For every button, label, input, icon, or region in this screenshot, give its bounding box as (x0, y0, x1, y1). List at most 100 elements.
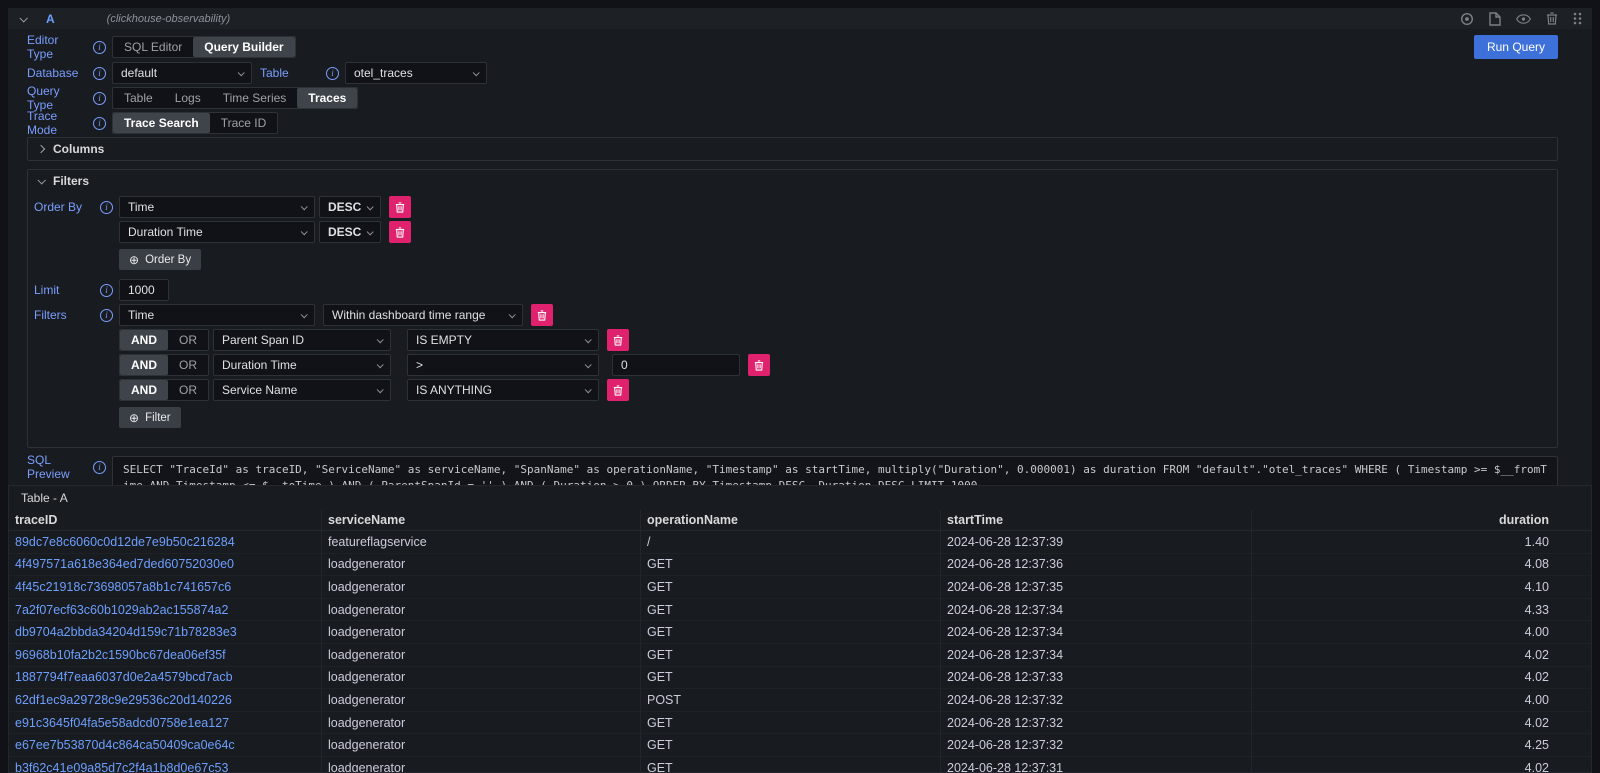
remove-order-by-button[interactable] (389, 221, 411, 243)
info-icon[interactable]: i (93, 117, 106, 130)
column-header-startTime[interactable]: startTime (941, 510, 1252, 530)
trace-id-link[interactable]: 1887794f7eaa6037d0e2a4579bcd7acb (15, 670, 233, 684)
query-type-time-series[interactable]: Time Series (212, 88, 298, 108)
bool-or-option[interactable]: OR (168, 330, 208, 350)
table-label: Table i (260, 62, 345, 84)
filter-operator-select[interactable]: IS EMPTY (407, 329, 599, 351)
filter-operator-select[interactable]: > (407, 354, 599, 376)
order-by-label: Order By i (34, 196, 119, 218)
trace-mode-row: Trace Mode i Trace Search Trace ID (27, 112, 1558, 134)
trace-id-link[interactable]: 96968b10fa2b2c1590bc67dea06ef35f (15, 648, 226, 662)
start-time-cell: 2024-06-28 12:37:39 (941, 531, 1252, 553)
trace-id-cell: db9704a2bbda34204d159c71b78283e3 (9, 621, 322, 643)
order-by-row: Duration Time DESC (119, 221, 411, 243)
column-header-duration[interactable]: duration (1252, 510, 1591, 530)
remove-order-by-button[interactable] (389, 196, 411, 218)
info-icon[interactable]: i (100, 284, 113, 297)
add-filter-button[interactable]: ⊕ Filter (119, 407, 181, 428)
query-editor-card: A (clickhouse-observability) (8, 8, 1592, 555)
time-filter-field-select[interactable]: Time (119, 304, 315, 326)
panel-title: Table - A (9, 486, 1591, 510)
filter-operator-select[interactable]: IS ANYTHING (407, 379, 599, 401)
trace-id-link[interactable]: b3f62c41e09a85d7c2f4a1b8d0e67c53 (15, 761, 228, 773)
trace-mode-trace-id[interactable]: Trace ID (210, 113, 278, 133)
service-name-cell: loadgenerator (322, 757, 641, 773)
columns-section-header[interactable]: Columns (28, 138, 1557, 160)
info-icon[interactable]: i (100, 309, 113, 322)
start-time-cell: 2024-06-28 12:37:32 (941, 712, 1252, 734)
filters-label: Filters i (34, 304, 119, 326)
remove-filter-button[interactable] (607, 329, 629, 351)
query-type-traces[interactable]: Traces (297, 88, 357, 108)
duration-cell: 4.33 (1252, 599, 1591, 621)
column-header-operationName[interactable]: operationName (641, 510, 941, 530)
add-order-by-button[interactable]: ⊕ Order By (119, 249, 201, 270)
operation-name-cell: GET (641, 667, 941, 689)
order-by-field-select[interactable]: Time (119, 196, 315, 218)
help-icon[interactable] (1460, 12, 1474, 26)
database-select[interactable]: default (112, 62, 252, 84)
time-filter-condition-select[interactable]: Within dashboard time range (323, 304, 523, 326)
trace-id-link[interactable]: 7a2f07ecf63c60b1029ab2ac155874a2 (15, 603, 228, 617)
filter-value-input[interactable] (612, 354, 740, 376)
trace-id-link[interactable]: 62df1ec9a29728c9e29536c20d140226 (15, 693, 232, 707)
info-icon[interactable]: i (100, 201, 113, 214)
circle-plus-icon: ⊕ (129, 412, 139, 424)
run-query-button[interactable]: Run Query (1474, 35, 1558, 59)
remove-filter-button[interactable] (748, 354, 770, 376)
info-icon[interactable]: i (93, 41, 106, 54)
service-name-cell: loadgenerator (322, 644, 641, 666)
table-row: e91c3645f04fa5e58adcd0758e1ea127 loadgen… (9, 712, 1591, 735)
trace-id-link[interactable]: e91c3645f04fa5e58adcd0758e1ea127 (15, 716, 229, 730)
limit-input[interactable] (119, 279, 169, 301)
table-row: 4f45c21918c73698057a8b1c741657c6 loadgen… (9, 576, 1591, 599)
filters-section-header[interactable]: Filters (28, 170, 1557, 192)
bool-and-option[interactable]: AND (120, 380, 168, 400)
query-type-toggle: Table Logs Time Series Traces (112, 87, 358, 109)
column-header-serviceName[interactable]: serviceName (322, 510, 641, 530)
operation-name-cell: GET (641, 757, 941, 773)
order-by-field-select[interactable]: Duration Time (119, 221, 315, 243)
filter-field-select[interactable]: Duration Time (213, 354, 391, 376)
info-icon[interactable]: i (93, 461, 106, 474)
editor-type-label: Editor Type i (27, 36, 112, 58)
trash-icon (395, 227, 405, 238)
duplicate-query-icon[interactable] (1489, 12, 1501, 26)
trace-id-link[interactable]: 4f45c21918c73698057a8b1c741657c6 (15, 580, 231, 594)
table-row: 96968b10fa2b2c1590bc67dea06ef35f loadgen… (9, 644, 1591, 667)
table-select[interactable]: otel_traces (345, 62, 487, 84)
duration-cell: 4.10 (1252, 576, 1591, 598)
remove-filter-button[interactable] (607, 379, 629, 401)
trace-id-link[interactable]: db9704a2bbda34204d159c71b78283e3 (15, 625, 237, 639)
editor-type-query-builder[interactable]: Query Builder (193, 37, 294, 57)
bool-or-option[interactable]: OR (168, 380, 208, 400)
query-type-logs[interactable]: Logs (164, 88, 212, 108)
filter-field-select[interactable]: Service Name (213, 379, 391, 401)
hide-query-eye-icon[interactable] (1516, 14, 1531, 24)
info-icon[interactable]: i (93, 67, 106, 80)
collapse-query-icon[interactable] (18, 14, 28, 24)
start-time-cell: 2024-06-28 12:37:35 (941, 576, 1252, 598)
filter-field-select[interactable]: Parent Span ID (213, 329, 391, 351)
query-type-table[interactable]: Table (113, 88, 164, 108)
info-icon[interactable]: i (93, 92, 106, 105)
bool-or-option[interactable]: OR (168, 355, 208, 375)
duration-cell: 4.02 (1252, 644, 1591, 666)
remove-time-filter-button[interactable] (531, 304, 553, 326)
query-type-label: Query Type i (27, 87, 112, 109)
bool-and-option[interactable]: AND (120, 330, 168, 350)
start-time-cell: 2024-06-28 12:37:36 (941, 554, 1252, 576)
bool-and-option[interactable]: AND (120, 355, 168, 375)
column-header-traceID[interactable]: traceID (9, 510, 322, 530)
order-by-direction-select[interactable]: DESC (319, 221, 381, 243)
editor-type-sql-editor[interactable]: SQL Editor (113, 37, 193, 57)
order-by-direction-select[interactable]: DESC (319, 196, 381, 218)
delete-query-trash-icon[interactable] (1546, 12, 1558, 25)
trace-id-link[interactable]: e67ee7b53870d4c864ca50409ca0e64c (15, 738, 235, 752)
trace-id-cell: b3f62c41e09a85d7c2f4a1b8d0e67c53 (9, 757, 322, 773)
trace-mode-trace-search[interactable]: Trace Search (113, 113, 210, 133)
trace-id-link[interactable]: 4f497571a618e364ed7ded60752030e0 (15, 557, 234, 571)
info-icon[interactable]: i (326, 67, 339, 80)
trace-id-link[interactable]: 89dc7e8c6060c0d12de7e9b50c216284 (15, 535, 235, 549)
drag-handle-icon[interactable] (1573, 12, 1582, 25)
